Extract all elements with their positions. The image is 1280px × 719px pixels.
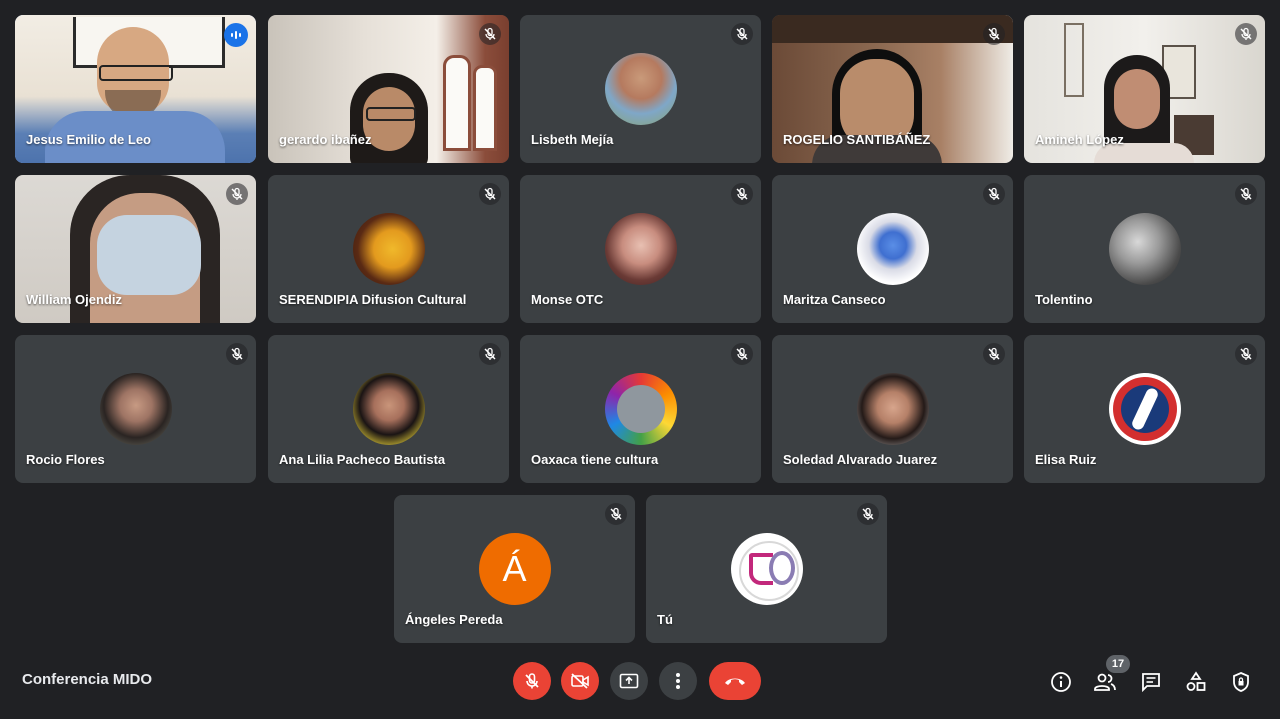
mic-off-icon <box>605 503 627 525</box>
participant-name: Rocio Flores <box>26 452 105 467</box>
participant-count-badge: 17 <box>1106 655 1130 673</box>
more-vert-icon <box>676 673 680 689</box>
mic-off-icon <box>1235 183 1257 205</box>
participant-name: Ana Lilia Pacheco Bautista <box>279 452 446 467</box>
participant-name: Oaxaca tiene cultura <box>531 452 659 467</box>
participant-name: Jesus Emilio de Leo <box>26 132 151 147</box>
participant-tile[interactable]: William Ojendiz <box>15 175 256 323</box>
participant-tile[interactable]: Monse OTC <box>520 175 761 323</box>
participant-tile[interactable]: Lisbeth Mejía <box>520 15 761 163</box>
videocam-off-icon <box>571 673 589 689</box>
mic-off-icon <box>983 23 1005 45</box>
participant-avatar <box>352 213 425 285</box>
participant-tile[interactable]: Á Ángeles Pereda <box>394 495 635 643</box>
participant-name: Tolentino <box>1035 292 1093 307</box>
speaking-indicator-icon <box>224 23 248 47</box>
participant-tile[interactable]: SERENDIPIA Difusion Cultural <box>268 175 509 323</box>
participant-avatar <box>604 53 677 125</box>
participant-tile[interactable]: Jesus Emilio de Leo <box>15 15 256 163</box>
participant-name: Elisa Ruiz <box>1035 452 1097 467</box>
mic-off-icon <box>731 343 753 365</box>
participant-name: Tú <box>657 612 673 627</box>
activities-button[interactable] <box>1183 669 1209 695</box>
participant-tile[interactable]: Tolentino <box>1024 175 1265 323</box>
participant-tile[interactable]: Soledad Alvarado Juarez <box>772 335 1013 483</box>
participant-avatar <box>352 373 425 445</box>
participant-avatar <box>604 373 677 445</box>
mic-off-icon <box>1235 23 1257 45</box>
participant-avatar <box>1108 213 1181 285</box>
participant-tile[interactable]: Maritza Canseco <box>772 175 1013 323</box>
call-end-icon <box>725 678 745 685</box>
participant-tile[interactable]: Ana Lilia Pacheco Bautista <box>268 335 509 483</box>
mic-off-icon <box>983 183 1005 205</box>
participant-name: Amineh López <box>1035 132 1124 147</box>
participant-name: Lisbeth Mejía <box>531 132 614 147</box>
participant-tile[interactable]: gerardo ibañez <box>268 15 509 163</box>
leave-call-button[interactable] <box>709 662 761 700</box>
participant-tile[interactable]: Elisa Ruiz <box>1024 335 1265 483</box>
self-avatar-logo <box>730 533 803 605</box>
mic-off-icon <box>479 23 501 45</box>
participant-name: Ángeles Pereda <box>405 612 503 627</box>
more-options-button[interactable] <box>659 662 697 700</box>
mic-off-icon <box>226 183 248 205</box>
mic-off-icon <box>983 343 1005 365</box>
participant-avatar <box>856 373 929 445</box>
camera-toggle-button[interactable] <box>561 662 599 700</box>
participant-avatar <box>604 213 677 285</box>
host-controls-button[interactable] <box>1228 669 1254 695</box>
present-screen-icon <box>619 673 639 689</box>
info-icon <box>1051 672 1071 692</box>
mic-off-icon <box>479 343 501 365</box>
participant-avatar <box>1108 373 1181 445</box>
participant-name: gerardo ibañez <box>279 132 372 147</box>
participant-name: Soledad Alvarado Juarez <box>783 452 938 467</box>
self-tile[interactable]: Tú <box>646 495 887 643</box>
participant-tile[interactable]: Amineh López <box>1024 15 1265 163</box>
participant-name: SERENDIPIA Difusion Cultural <box>279 292 467 307</box>
participant-name: Maritza Canseco <box>783 292 886 307</box>
mic-off-icon <box>1235 343 1257 365</box>
participant-name: William Ojendiz <box>26 292 122 307</box>
participant-name: ROGELIO SANTIBÁÑEZ <box>783 132 931 147</box>
mic-off-icon <box>731 23 753 45</box>
mic-off-icon <box>525 673 539 689</box>
mic-toggle-button[interactable] <box>513 662 551 700</box>
mic-off-icon <box>226 343 248 365</box>
mic-off-icon <box>479 183 501 205</box>
present-now-button[interactable] <box>610 662 648 700</box>
mic-off-icon <box>857 503 879 525</box>
participant-tile[interactable]: ROGELIO SANTIBÁÑEZ <box>772 15 1013 163</box>
activities-icon <box>1186 671 1206 691</box>
letter-avatar: Á <box>478 533 551 605</box>
participant-tile[interactable]: Oaxaca tiene cultura <box>520 335 761 483</box>
participant-tile[interactable]: Rocio Flores <box>15 335 256 483</box>
people-icon <box>1094 673 1116 691</box>
meeting-details-button[interactable] <box>1048 669 1074 695</box>
participant-avatar <box>99 373 172 445</box>
host-controls-icon <box>1233 672 1249 692</box>
chat-icon <box>1142 673 1160 693</box>
mic-off-icon <box>731 183 753 205</box>
chat-button[interactable] <box>1138 669 1164 695</box>
meeting-title: Conferencia MIDO <box>22 671 153 688</box>
participant-name: Monse OTC <box>531 292 604 307</box>
participant-avatar <box>856 213 929 285</box>
